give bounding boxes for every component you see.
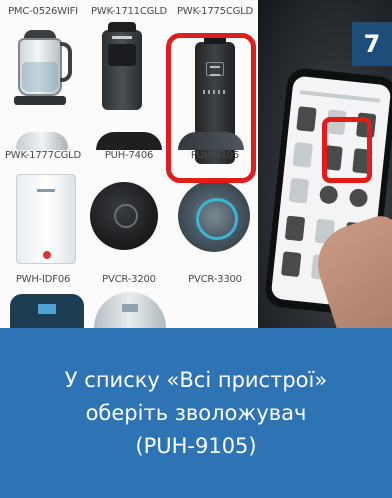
device-tile-icon <box>288 177 310 204</box>
heater-indicator-icon <box>43 251 51 259</box>
step-number-badge: 7 <box>352 22 392 66</box>
screen-header-bar <box>300 90 381 103</box>
robot-vacuum-icon <box>90 182 158 250</box>
selected-device-highlight <box>166 33 256 183</box>
device-card-robot-vacuum[interactable]: PVCR-3200 <box>86 0 172 285</box>
device-label: PWK-1777CGLD <box>4 150 82 161</box>
device-tile-icon <box>292 141 313 168</box>
device-label: PVCR-3200 <box>102 274 156 285</box>
device-label: PWH-IDF06 <box>15 274 71 285</box>
caption-line-2: оберіть зволожувач <box>85 400 307 425</box>
caption-text: У списку «Всі пристрої» оберіть зволожув… <box>16 364 376 463</box>
device-label: PUH-7406 <box>104 150 154 161</box>
scale-display-icon <box>122 304 138 312</box>
kettle-icon <box>16 132 68 150</box>
device-card-water-heater[interactable]: PWH-IDF06 <box>0 0 86 285</box>
device-tile-icon <box>281 251 302 278</box>
robot-vacuum-icon <box>96 132 162 150</box>
heater-logo-icon <box>37 189 55 192</box>
water-heater-icon <box>16 174 76 264</box>
scale-display-icon <box>38 304 56 314</box>
robot-vacuum-icon <box>178 180 250 252</box>
device-tile-icon <box>296 106 317 132</box>
device-tile-icon <box>348 188 369 208</box>
instruction-caption: У списку «Всі пристрої» оберіть зволожув… <box>0 328 392 498</box>
smart-scale-icon[interactable] <box>10 294 84 328</box>
caption-line-1: У списку «Всі пристрої» <box>64 367 328 392</box>
caption-line-3: (PUH-9105) <box>135 433 257 458</box>
instruction-card: PMC-0526WIFI PWK-1711CGLD PWK-1775CGLD P… <box>0 0 392 498</box>
device-tile-icon <box>284 215 306 242</box>
device-tile-icon <box>318 184 339 205</box>
device-label: PVCR-3300 <box>188 274 242 285</box>
smart-scale-icon[interactable] <box>94 292 166 328</box>
phone-selection-highlight <box>322 117 372 183</box>
